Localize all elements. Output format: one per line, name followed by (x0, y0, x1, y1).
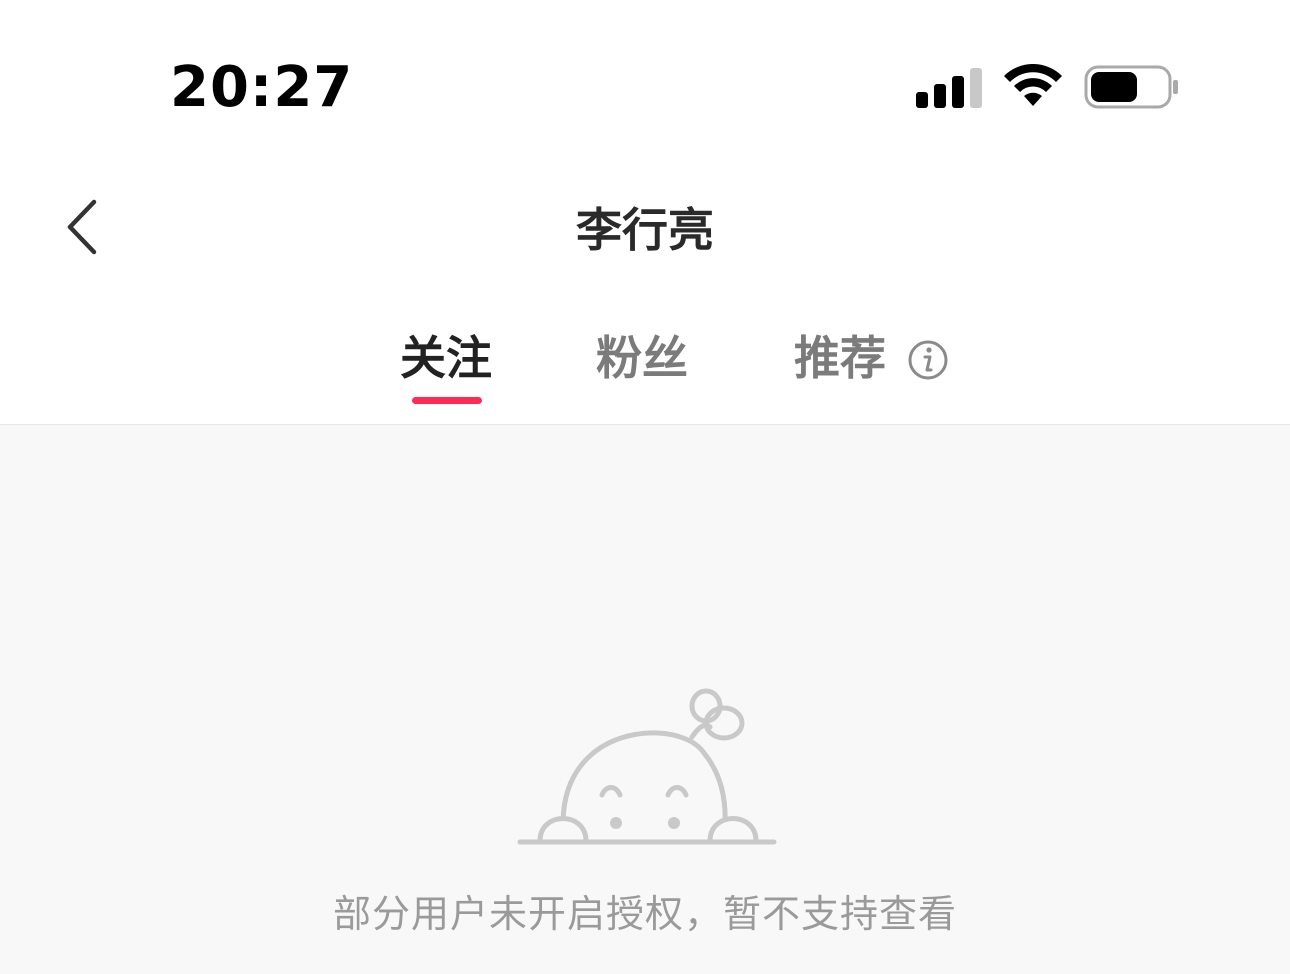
page-title: 李行亮 (576, 203, 714, 257)
battery-icon (1084, 65, 1178, 109)
screen: 20:27 李行亮 关注 粉丝 推荐 部分用户未开启授权，暂不支持查看 (0, 0, 1290, 974)
status-time: 20:27 (170, 55, 354, 120)
info-icon[interactable] (906, 338, 950, 382)
tab-fans[interactable]: 粉丝 (596, 326, 688, 390)
tab-recommended[interactable]: 推荐 (794, 326, 886, 390)
empty-state-message: 部分用户未开启授权，暂不支持查看 (332, 892, 957, 936)
active-tab-indicator (412, 397, 482, 404)
cellular-signal-icon (914, 66, 984, 108)
tab-following[interactable]: 关注 (400, 326, 492, 390)
peeking-character-illustration (517, 688, 777, 845)
wifi-icon (1004, 64, 1062, 106)
